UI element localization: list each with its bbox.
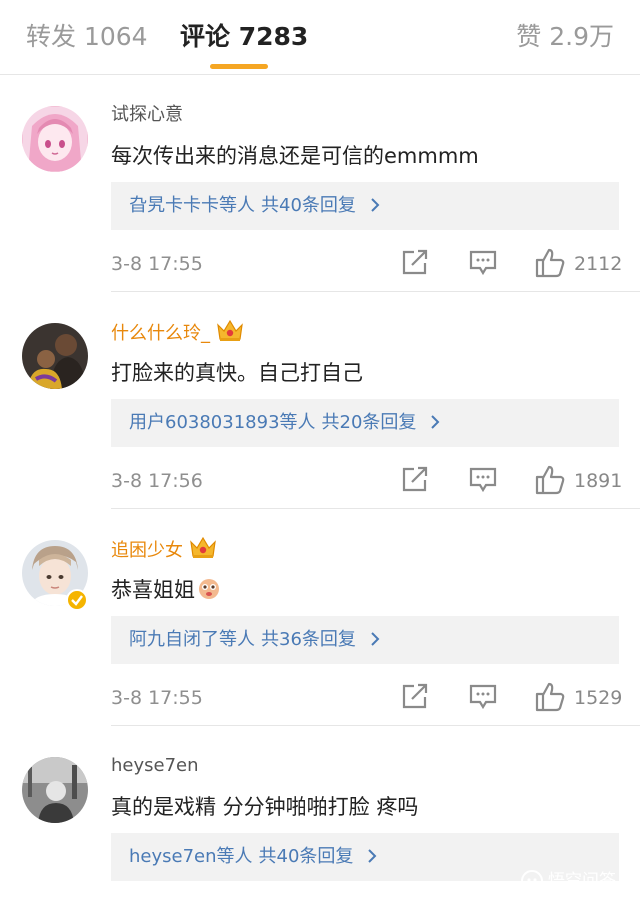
replies-count: 共20条回复 bbox=[321, 412, 417, 433]
timestamp: 3-8 17:55 bbox=[111, 687, 203, 709]
username[interactable]: 追困少女 bbox=[111, 536, 217, 568]
wukong-logo-icon bbox=[521, 870, 543, 892]
replies-preview[interactable]: 阿九自闭了等人 共36条回复 bbox=[111, 616, 619, 664]
chevron-right-icon bbox=[424, 412, 440, 433]
comment-icon bbox=[469, 250, 497, 276]
emoji-icon bbox=[197, 577, 221, 609]
username[interactable]: 试探心意 bbox=[111, 102, 183, 128]
chevron-right-icon bbox=[361, 846, 377, 867]
reply-button[interactable] bbox=[468, 681, 498, 715]
reply-button[interactable] bbox=[468, 247, 498, 281]
share-button[interactable] bbox=[400, 681, 430, 715]
thumbs-up-icon bbox=[535, 465, 565, 495]
tab-reposts[interactable]: 转发 1064 bbox=[26, 20, 148, 54]
thumbs-up-icon bbox=[535, 248, 565, 278]
tab-bar: 转发 1064 评论 7283 赞 2.9万 bbox=[0, 0, 640, 75]
share-icon bbox=[402, 466, 428, 492]
timestamp: 3-8 17:55 bbox=[111, 253, 203, 275]
replies-preview[interactable]: 用户6038031893等人 共20条回复 bbox=[111, 399, 619, 447]
chevron-right-icon bbox=[364, 195, 380, 216]
reply-button[interactable] bbox=[468, 464, 498, 498]
comment-text: 恭喜姐姐 bbox=[111, 575, 221, 609]
like-button[interactable]: 1529 bbox=[534, 681, 624, 715]
active-tab-indicator bbox=[210, 64, 268, 69]
tab-likes[interactable]: 赞 2.9万 bbox=[516, 20, 614, 54]
comment-text: 真的是戏精 分分钟啪啪打脸 疼吗 bbox=[111, 795, 419, 819]
like-button[interactable]: 2112 bbox=[534, 247, 624, 281]
replies-count: 共36条回复 bbox=[261, 629, 356, 650]
comment-icon bbox=[469, 684, 497, 710]
username[interactable]: 什么什么玲_ bbox=[111, 319, 244, 351]
replies-count: 共40条回复 bbox=[258, 846, 354, 867]
replies-users: 旮旯卡卡卡等人 bbox=[129, 195, 255, 216]
comment-item: 追困少女 恭喜姐姐 阿九自闭了等人 共36条回复 3-8 17:55 1529 bbox=[0, 509, 640, 726]
chevron-right-icon bbox=[364, 629, 380, 650]
share-icon bbox=[402, 249, 428, 275]
username[interactable]: heyse7en bbox=[111, 753, 199, 779]
comment-item: 试探心意 每次传出来的消息还是可信的emmmm 旮旯卡卡卡等人 共40条回复 3-… bbox=[0, 75, 640, 292]
like-count: 1529 bbox=[574, 687, 623, 709]
replies-users: heyse7en等人 bbox=[129, 846, 253, 867]
verified-badge-icon bbox=[66, 589, 88, 611]
comment-item: 什么什么玲_ 打脸来的真快。自己打自己 用户6038031893等人 共20条回复… bbox=[0, 292, 640, 509]
like-button[interactable]: 1891 bbox=[534, 464, 624, 498]
replies-preview[interactable]: 旮旯卡卡卡等人 共40条回复 bbox=[111, 182, 619, 230]
replies-users: 用户6038031893等人 bbox=[129, 412, 316, 433]
like-count: 1891 bbox=[574, 470, 623, 492]
vip-crown-icon bbox=[189, 536, 217, 568]
vip-crown-icon bbox=[216, 319, 244, 351]
comment-text: 每次传出来的消息还是可信的emmmm bbox=[111, 144, 479, 168]
avatar[interactable] bbox=[22, 106, 88, 172]
username-text: 追困少女 bbox=[111, 540, 183, 561]
replies-users: 阿九自闭了等人 bbox=[129, 629, 255, 650]
username-text: 什么什么玲_ bbox=[111, 323, 210, 344]
tab-comments[interactable]: 评论 7283 bbox=[180, 20, 308, 54]
share-icon bbox=[402, 683, 428, 709]
watermark: 悟空问答 bbox=[520, 866, 632, 896]
replies-count: 共40条回复 bbox=[261, 195, 356, 216]
share-button[interactable] bbox=[400, 464, 430, 498]
comment-text-content: 恭喜姐姐 bbox=[111, 578, 195, 602]
avatar[interactable] bbox=[22, 323, 88, 389]
watermark-text: 悟空问答 bbox=[548, 871, 616, 891]
like-count: 2112 bbox=[574, 253, 623, 275]
timestamp: 3-8 17:56 bbox=[111, 470, 203, 492]
comment-icon bbox=[469, 467, 497, 493]
avatar[interactable] bbox=[22, 757, 88, 823]
comment-text: 打脸来的真快。自己打自己 bbox=[111, 361, 363, 385]
share-button[interactable] bbox=[400, 247, 430, 281]
thumbs-up-icon bbox=[535, 682, 565, 712]
